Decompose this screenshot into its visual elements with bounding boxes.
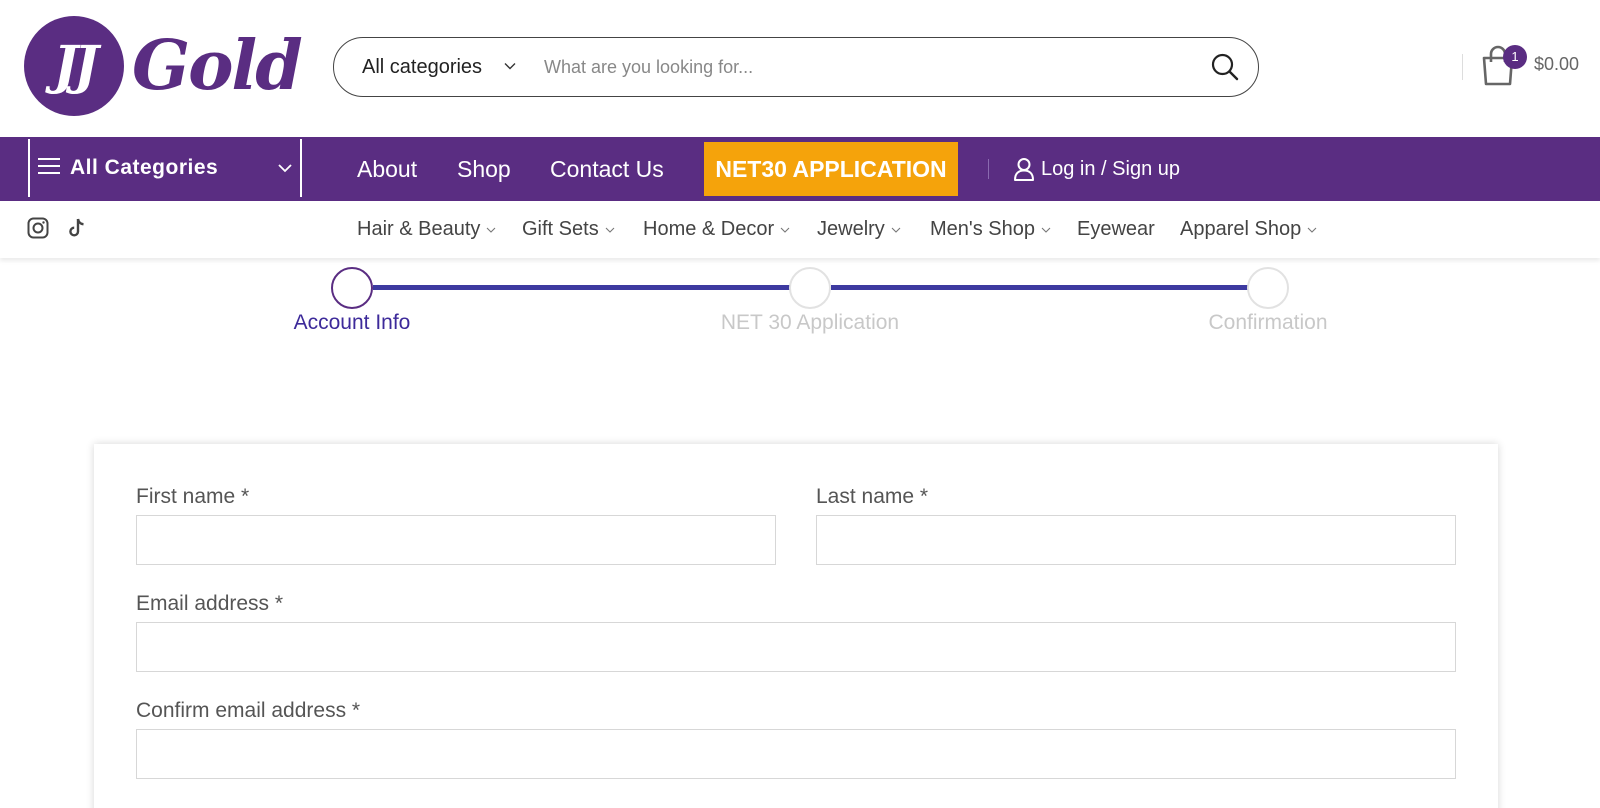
step-3-circle [1247, 267, 1289, 309]
email-label: Email address * [136, 592, 284, 615]
step-1-circle [331, 267, 373, 309]
nav-link-shop[interactable]: Shop [457, 137, 511, 201]
subnav-apparel-shop[interactable]: Apparel Shop [1180, 201, 1317, 257]
all-categories-toggle[interactable]: All Categories [28, 139, 302, 197]
chevron-down-icon [891, 227, 901, 233]
category-subnav: Hair & Beauty Gift Sets Home & Decor Jew… [0, 201, 1600, 258]
confirm-email-field[interactable] [136, 729, 1456, 779]
step-3-label: Confirmation [1208, 311, 1328, 334]
cart-count-badge: 1 [1503, 45, 1527, 69]
chevron-down-icon [780, 227, 790, 233]
login-signup-link[interactable]: Log in / Sign up [1041, 137, 1180, 201]
last-name-field[interactable] [816, 515, 1456, 565]
header-divider [1462, 54, 1463, 80]
chevron-down-icon [605, 227, 615, 233]
last-name-label: Last name * [816, 485, 929, 508]
search-category-select[interactable]: All categories [362, 38, 482, 96]
chevron-down-icon [1041, 227, 1051, 233]
main-nav: All Categories About Shop Contact Us NET… [0, 137, 1600, 201]
logo-wordmark: Gold [132, 26, 303, 106]
logo-initials: JJ [53, 35, 98, 96]
chevron-down-icon [278, 164, 292, 173]
instagram-icon[interactable] [27, 217, 49, 239]
subnav-label: Men's Shop [930, 218, 1035, 240]
search-icon[interactable] [1210, 52, 1240, 82]
subnav-jewelry[interactable]: Jewelry [817, 201, 901, 257]
search-bar: All categories [333, 37, 1259, 97]
first-name-label: First name * [136, 485, 250, 508]
step-connector [831, 285, 1249, 290]
chevron-down-icon [1307, 227, 1317, 233]
step-2-label: NET 30 Application [720, 311, 900, 334]
user-icon[interactable] [1013, 157, 1035, 181]
nav-link-contact[interactable]: Contact Us [550, 137, 664, 201]
subnav-hair-beauty[interactable]: Hair & Beauty [357, 201, 496, 257]
first-name-field[interactable] [136, 515, 776, 565]
step-1-label: Account Info [293, 311, 411, 334]
subnav-eyewear[interactable]: Eyewear [1077, 201, 1155, 257]
nav-link-about[interactable]: About [357, 137, 417, 201]
nav-separator [988, 159, 989, 179]
step-2-circle [789, 267, 831, 309]
account-info-form: First name * Last name * Email address *… [94, 444, 1498, 808]
all-categories-label: All Categories [70, 156, 219, 179]
subnav-label: Apparel Shop [1180, 218, 1302, 240]
subnav-label: Eyewear [1077, 218, 1155, 240]
subnav-label: Hair & Beauty [357, 218, 481, 240]
subnav-label: Gift Sets [522, 218, 599, 240]
subnav-label: Home & Decor [643, 218, 775, 240]
subnav-home-decor[interactable]: Home & Decor [643, 201, 790, 257]
search-input[interactable] [544, 48, 1184, 86]
menu-icon [38, 158, 60, 174]
email-field[interactable] [136, 622, 1456, 672]
subnav-label: Jewelry [817, 218, 885, 240]
site-logo[interactable]: JJ Gold [24, 16, 303, 120]
step-connector [373, 285, 791, 290]
tiktok-icon[interactable] [66, 217, 88, 239]
chevron-down-icon [487, 227, 496, 233]
confirm-email-label: Confirm email address * [136, 699, 361, 722]
chevron-down-icon [504, 63, 516, 70]
net30-application-button[interactable]: NET30 APPLICATION [704, 142, 958, 196]
subnav-gift-sets[interactable]: Gift Sets [522, 201, 615, 257]
site-header: JJ Gold All categories 1 $0.00 [0, 0, 1600, 136]
cart-total[interactable]: $0.00 [1534, 54, 1579, 75]
subnav-mens-shop[interactable]: Men's Shop [930, 201, 1051, 257]
